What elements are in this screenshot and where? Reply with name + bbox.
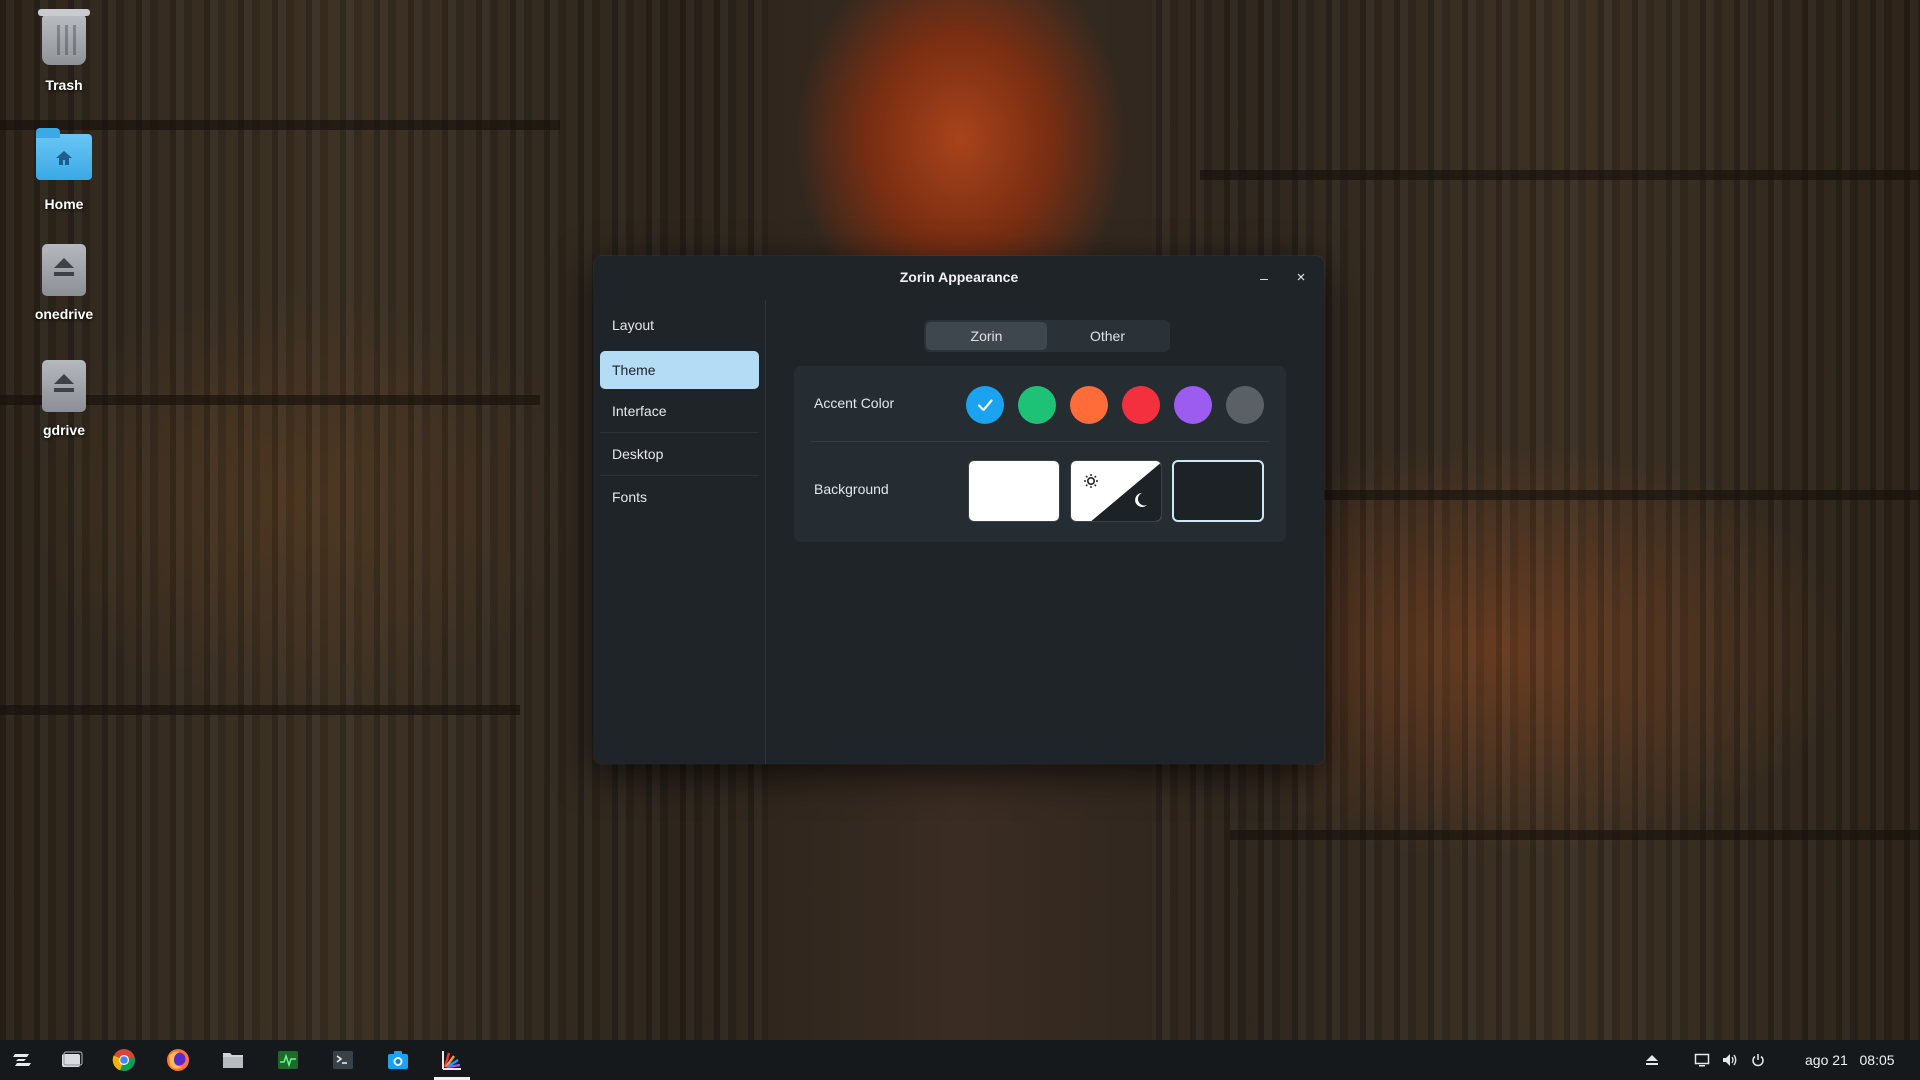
window-title: Zorin Appearance [899, 269, 1019, 285]
zorin-menu-button[interactable] [0, 1040, 44, 1080]
wallpaper-shelf [0, 705, 520, 715]
desktop-icon-home[interactable]: Home [24, 128, 104, 212]
sidebar-item-theme[interactable]: Theme [600, 351, 759, 389]
desktop-icon-label: Home [44, 196, 84, 212]
tab-zorin[interactable]: Zorin [926, 322, 1047, 350]
theme-tab-switcher: Zorin Other [924, 320, 1170, 352]
screenshot-icon [388, 1051, 408, 1069]
taskbar-clock[interactable]: ago 21 08:05 [1805, 1052, 1895, 1068]
sidebar-item-desktop[interactable]: Desktop [600, 433, 759, 476]
terminal-icon [333, 1051, 353, 1069]
system-monitor-icon [278, 1051, 298, 1069]
background-dark-option[interactable] [1172, 460, 1264, 522]
theme-settings-card: Accent Color Background [794, 366, 1286, 542]
chrome-button[interactable] [102, 1040, 146, 1080]
workspaces-icon [62, 1051, 83, 1067]
sidebar-item-interface[interactable]: Interface [600, 390, 759, 433]
volume-icon [1723, 1054, 1737, 1066]
zorin-appearance-window: Zorin Appearance – × Layout Theme Interf… [594, 256, 1324, 764]
zorin-appearance-icon [442, 1051, 461, 1070]
wallpaper-shelf [1230, 830, 1920, 840]
eject-icon [1646, 1055, 1658, 1065]
firefox-icon [167, 1049, 189, 1071]
accent-swatch-gray[interactable] [1226, 386, 1264, 424]
background-light-option[interactable] [968, 460, 1060, 522]
main-content: Zorin Other Accent Color Background [766, 300, 1324, 764]
sidebar: Layout Theme Interface Desktop Fonts [594, 300, 766, 764]
chrome-icon [112, 1049, 135, 1072]
check-icon [977, 399, 993, 412]
background-label: Background [814, 481, 889, 497]
screenshot-button[interactable] [376, 1040, 420, 1080]
accent-color-label: Accent Color [814, 395, 895, 411]
system-monitor-button[interactable] [266, 1040, 310, 1080]
date-label: ago 21 [1805, 1052, 1848, 1068]
close-button[interactable]: × [1291, 268, 1311, 288]
card-divider [810, 441, 1270, 442]
accent-swatch-purple[interactable] [1174, 386, 1212, 424]
accent-swatch-red[interactable] [1122, 386, 1160, 424]
drive-icon [36, 360, 92, 416]
desktop-icon-label: Trash [45, 77, 83, 93]
display-icon [1694, 1053, 1710, 1067]
files-button[interactable] [211, 1040, 255, 1080]
home-folder-icon [36, 128, 92, 190]
workspaces-button[interactable] [50, 1040, 94, 1080]
tab-other[interactable]: Other [1047, 322, 1168, 350]
zorin-menu-icon [13, 1054, 31, 1066]
desktop-icon-gdrive[interactable]: gdrive [24, 358, 104, 438]
drive-icon [36, 244, 92, 300]
accent-swatch-orange[interactable] [1070, 386, 1108, 424]
accent-swatch-green[interactable] [1018, 386, 1056, 424]
zorin-appearance-taskbar-button[interactable] [430, 1040, 474, 1080]
desktop-icon-label: onedrive [34, 306, 94, 322]
files-icon [223, 1053, 243, 1068]
power-icon [1752, 1054, 1764, 1067]
minimize-button[interactable]: – [1254, 268, 1274, 288]
trash-icon [36, 9, 92, 71]
light-dark-auto-icon [1071, 461, 1161, 521]
wallpaper-shelf [1200, 170, 1920, 180]
background-auto-option[interactable] [1070, 460, 1162, 522]
accent-swatch-blue[interactable] [966, 386, 1004, 424]
power-tray-button[interactable] [1746, 1040, 1770, 1080]
volume-tray-button[interactable] [1718, 1040, 1742, 1080]
time-label: 08:05 [1859, 1052, 1895, 1068]
display-tray-button[interactable] [1690, 1040, 1714, 1080]
taskbar: ago 21 08:05 [0, 1040, 1920, 1080]
desktop-icon-label: gdrive [42, 422, 85, 438]
terminal-button[interactable] [321, 1040, 365, 1080]
window-titlebar[interactable]: Zorin Appearance – × [594, 256, 1324, 300]
wallpaper-shelf [1230, 490, 1920, 500]
firefox-button[interactable] [156, 1040, 200, 1080]
eject-tray-button[interactable] [1640, 1040, 1664, 1080]
desktop-icon-trash[interactable]: Trash [24, 9, 104, 93]
sidebar-item-layout[interactable]: Layout [600, 304, 759, 347]
sidebar-item-fonts[interactable]: Fonts [600, 476, 759, 519]
desktop-icon-onedrive[interactable]: onedrive [24, 242, 104, 322]
